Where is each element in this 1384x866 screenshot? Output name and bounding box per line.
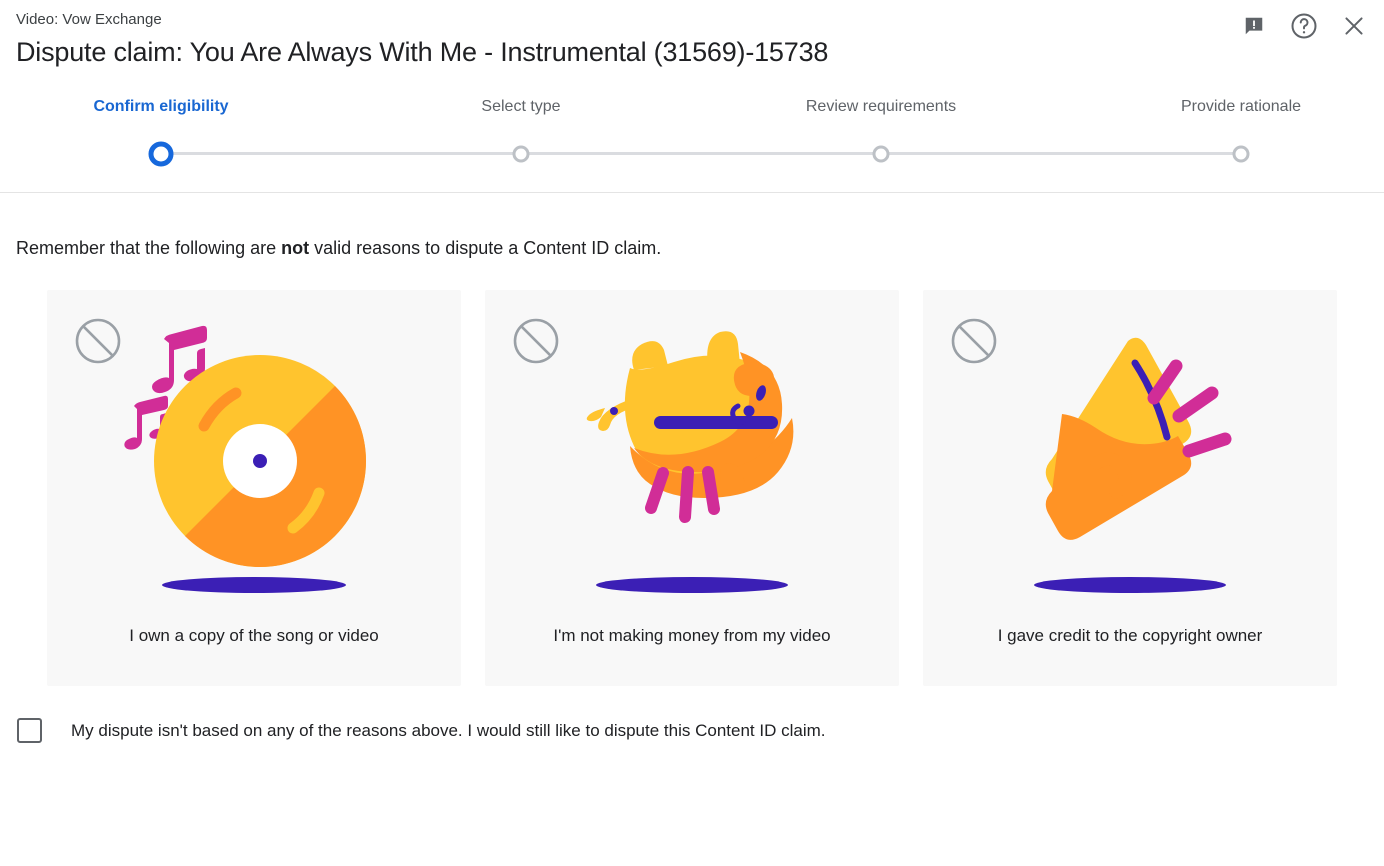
reason-card-own-copy: I own a copy of the song or video xyxy=(47,290,461,686)
step-connector-3 xyxy=(881,152,1241,155)
step-track xyxy=(0,139,1384,169)
shadow-ellipse xyxy=(923,576,1337,594)
prohibited-icon xyxy=(512,317,560,365)
reason-card-no-money: I'm not making money from my video xyxy=(485,290,899,686)
step-label-4: Provide rationale xyxy=(1180,98,1302,115)
step-connector-1 xyxy=(172,152,521,155)
piggy-bank-illustration xyxy=(542,308,842,608)
intro-after: valid reasons to dispute a Content ID cl… xyxy=(309,238,662,258)
invalid-reason-cards: I own a copy of the song or video I'm no… xyxy=(16,290,1368,686)
prohibited-icon xyxy=(74,317,122,365)
step-dot-4[interactable] xyxy=(1232,145,1250,163)
dispute-acknowledgement-label[interactable]: My dispute isn't based on any of the rea… xyxy=(71,719,825,743)
dialog-body: Remember that the following are not vali… xyxy=(0,194,1384,866)
prohibited-icon xyxy=(950,317,998,365)
intro-before: Remember that the following are xyxy=(16,238,282,258)
shadow-ellipse xyxy=(47,576,461,594)
dispute-acknowledgement-row: My dispute isn't based on any of the rea… xyxy=(16,718,1368,743)
step-label-2: Select type xyxy=(481,98,561,115)
step-dot-1[interactable] xyxy=(148,141,174,167)
step-connector-2 xyxy=(521,152,881,155)
progress-stepper: Confirm eligibility Select type Review r… xyxy=(0,96,1384,176)
close-icon[interactable] xyxy=(1336,8,1372,44)
dispute-acknowledgement-checkbox[interactable] xyxy=(17,718,42,743)
feedback-icon[interactable] xyxy=(1236,8,1272,44)
video-label: Video: Vow Exchange xyxy=(16,11,162,28)
dialog-header: Video: Vow Exchange Dispute claim: You A… xyxy=(0,0,1384,193)
help-icon[interactable] xyxy=(1286,8,1322,44)
step-dot-3[interactable] xyxy=(872,145,890,163)
step-label-1: Confirm eligibility xyxy=(93,98,229,115)
shadow-ellipse xyxy=(485,576,899,594)
reason-card-label: I own a copy of the song or video xyxy=(129,626,379,645)
header-actions xyxy=(1236,8,1372,44)
step-dot-2[interactable] xyxy=(512,145,530,163)
reason-card-label: I gave credit to the copyright owner xyxy=(997,626,1263,645)
megaphone-illustration xyxy=(980,308,1280,608)
step-label-row: Confirm eligibility Select type Review r… xyxy=(0,96,1384,122)
page-title: Dispute claim: You Are Always With Me - … xyxy=(16,37,829,67)
reason-card-gave-credit: I gave credit to the copyright owner xyxy=(923,290,1337,686)
step-label-3: Review requirements xyxy=(805,98,957,115)
dispute-claim-dialog: Video: Vow Exchange Dispute claim: You A… xyxy=(0,0,1384,866)
intro-text: Remember that the following are not vali… xyxy=(16,236,1368,260)
intro-bold: not xyxy=(281,238,310,258)
vinyl-record-illustration xyxy=(104,308,404,608)
reason-card-label: I'm not making money from my video xyxy=(553,626,831,645)
